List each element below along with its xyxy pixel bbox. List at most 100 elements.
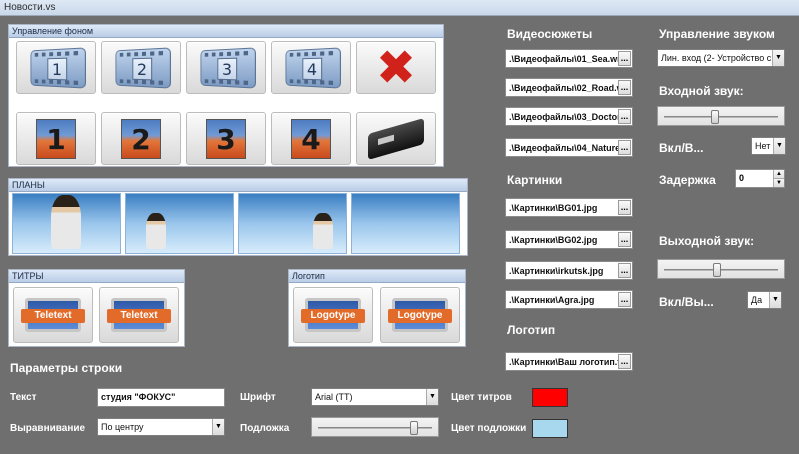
delay-spinner[interactable]: 0 ▲ ▼ [735,169,785,188]
input-toggle-select[interactable]: Нет ▼ [751,137,786,155]
image-icon: 3 [206,118,246,159]
window-title: Новости.vs [4,2,56,13]
title-bar: Новости.vs [0,0,799,16]
image-file-2[interactable]: .\Картинки\BG02.jpg... [505,230,633,249]
font-select[interactable]: Arial (TT) ▼ [311,388,439,406]
browse-button[interactable]: ... [618,140,631,155]
backing-label: Подложка [240,423,290,434]
align-select[interactable]: По центру ▼ [97,418,225,436]
images-heading: Картинки [507,173,563,187]
logotype-button-2[interactable]: Logotype [380,287,460,343]
plans-panel-title: ПЛАНЫ [9,179,467,192]
backing-color-label: Цвет подложки [451,423,527,434]
title-color-label: Цвет титров [451,392,512,403]
delay-label: Задержка [659,173,716,187]
logo-file[interactable]: .\Картинки\Ваш логотип.tga... [505,352,633,371]
browse-button[interactable]: ... [618,51,631,66]
browse-button[interactable]: ... [618,109,631,124]
video-file-3[interactable]: .\Видеофайлы\03_Doctor.wmv... [505,107,633,126]
slider-thumb[interactable] [710,110,719,124]
image-button-2[interactable]: 2 [101,112,181,165]
titles-panel-title: ТИТРЫ [9,270,184,283]
image-button-1[interactable]: 1 [16,112,96,165]
input-sound-label: Входной звук: [659,84,744,98]
slider-thumb[interactable] [409,421,418,435]
main-area: Управление фоном 1 2 3 4 ✖ 1 2 3 4 ПЛАНЫ… [0,16,799,454]
sound-device-select[interactable]: Лин. вход (2- Устройство с под▼ [657,49,785,67]
video-file-4[interactable]: .\Видеофайлы\04_Nature.wmv... [505,138,633,157]
film-icon: 2 [115,46,172,89]
video-button-3[interactable]: 3 [186,41,266,94]
input-toggle-label: Вкл/В... [659,141,704,155]
film-icon: 3 [200,46,257,89]
video-button-1[interactable]: 1 [16,41,96,94]
output-sound-slider[interactable] [657,259,785,279]
presenter-figure [146,213,166,249]
video-button-2[interactable]: 2 [101,41,181,94]
slider-thumb[interactable] [712,263,721,277]
logo-panel: Логотип Logotype Logotype [288,269,466,347]
videos-heading: Видеосюжеты [507,27,593,41]
backing-color-swatch[interactable] [532,419,568,438]
video-file-1[interactable]: .\Видеофайлы\01_Sea.wmv... [505,49,633,68]
spin-down-icon[interactable]: ▼ [773,178,784,187]
image-button-4[interactable]: 4 [271,112,351,165]
image-icon: 2 [121,118,161,159]
image-file-1[interactable]: .\Картинки\BG01.jpg... [505,198,633,217]
teletext-button-1[interactable]: Teletext [13,287,93,343]
chevron-down-icon[interactable]: ▼ [772,50,784,66]
video-button-4[interactable]: 4 [271,41,351,94]
image-icon: 4 [291,118,331,159]
plan-2[interactable] [125,193,234,254]
chevron-down-icon[interactable]: ▼ [769,292,781,308]
image-file-3[interactable]: .\Картинки\irkutsk.jpg... [505,261,633,280]
image-button-3[interactable]: 3 [186,112,266,165]
output-sound-label: Выходной звук: [659,234,755,248]
video-file-2[interactable]: .\Видеофайлы\02_Road.wmv... [505,78,633,97]
output-toggle-label: Вкл/Вы... [659,295,714,309]
plan-1[interactable] [12,193,121,254]
video-device-button[interactable] [356,112,436,165]
teletext-button-2[interactable]: Teletext [99,287,179,343]
image-icon: 1 [36,118,76,159]
background-panel-title: Управление фоном [9,25,443,38]
logo-heading: Логотип [507,323,556,337]
x-icon: ✖ [375,39,417,96]
chevron-down-icon[interactable]: ▼ [773,138,785,154]
plan-3[interactable] [238,193,347,254]
text-input[interactable]: студия "ФОКУС" [97,388,225,407]
presenter-figure [313,213,333,249]
logotype-icon: Logotype [384,291,456,339]
logotype-icon: Logotype [297,291,369,339]
plans-panel: ПЛАНЫ [8,178,468,256]
chevron-down-icon[interactable]: ▼ [426,389,438,405]
sound-heading: Управление звуком [659,27,775,41]
film-icon: 1 [30,46,87,89]
input-sound-slider[interactable] [657,106,785,126]
background-panel: Управление фоном 1 2 3 4 ✖ 1 2 3 4 [8,24,444,167]
logotype-button-1[interactable]: Logotype [293,287,373,343]
film-icon: 4 [285,46,342,89]
title-color-swatch[interactable] [532,388,568,407]
browse-button[interactable]: ... [618,263,631,278]
font-label: Шрифт [240,392,276,403]
browse-button[interactable]: ... [618,292,631,307]
browse-button[interactable]: ... [618,200,631,215]
teletext-icon: Teletext [103,291,175,339]
output-toggle-select[interactable]: Да ▼ [747,291,782,309]
logo-panel-title: Логотип [289,270,465,283]
line-params-heading: Параметры строки [10,361,123,375]
align-label: Выравнивание [10,423,86,434]
image-file-4[interactable]: .\Картинки\Agra.jpg... [505,290,633,309]
video-device-icon [368,117,424,160]
backing-slider[interactable] [311,417,439,437]
browse-button[interactable]: ... [618,80,631,95]
text-label: Текст [10,392,37,403]
clear-background-button[interactable]: ✖ [356,41,436,94]
titles-panel: ТИТРЫ Teletext Teletext [8,269,185,347]
chevron-down-icon[interactable]: ▼ [212,419,224,435]
browse-button[interactable]: ... [618,232,631,247]
plan-4[interactable] [351,193,460,254]
presenter-figure [51,195,81,249]
browse-button[interactable]: ... [618,354,631,369]
